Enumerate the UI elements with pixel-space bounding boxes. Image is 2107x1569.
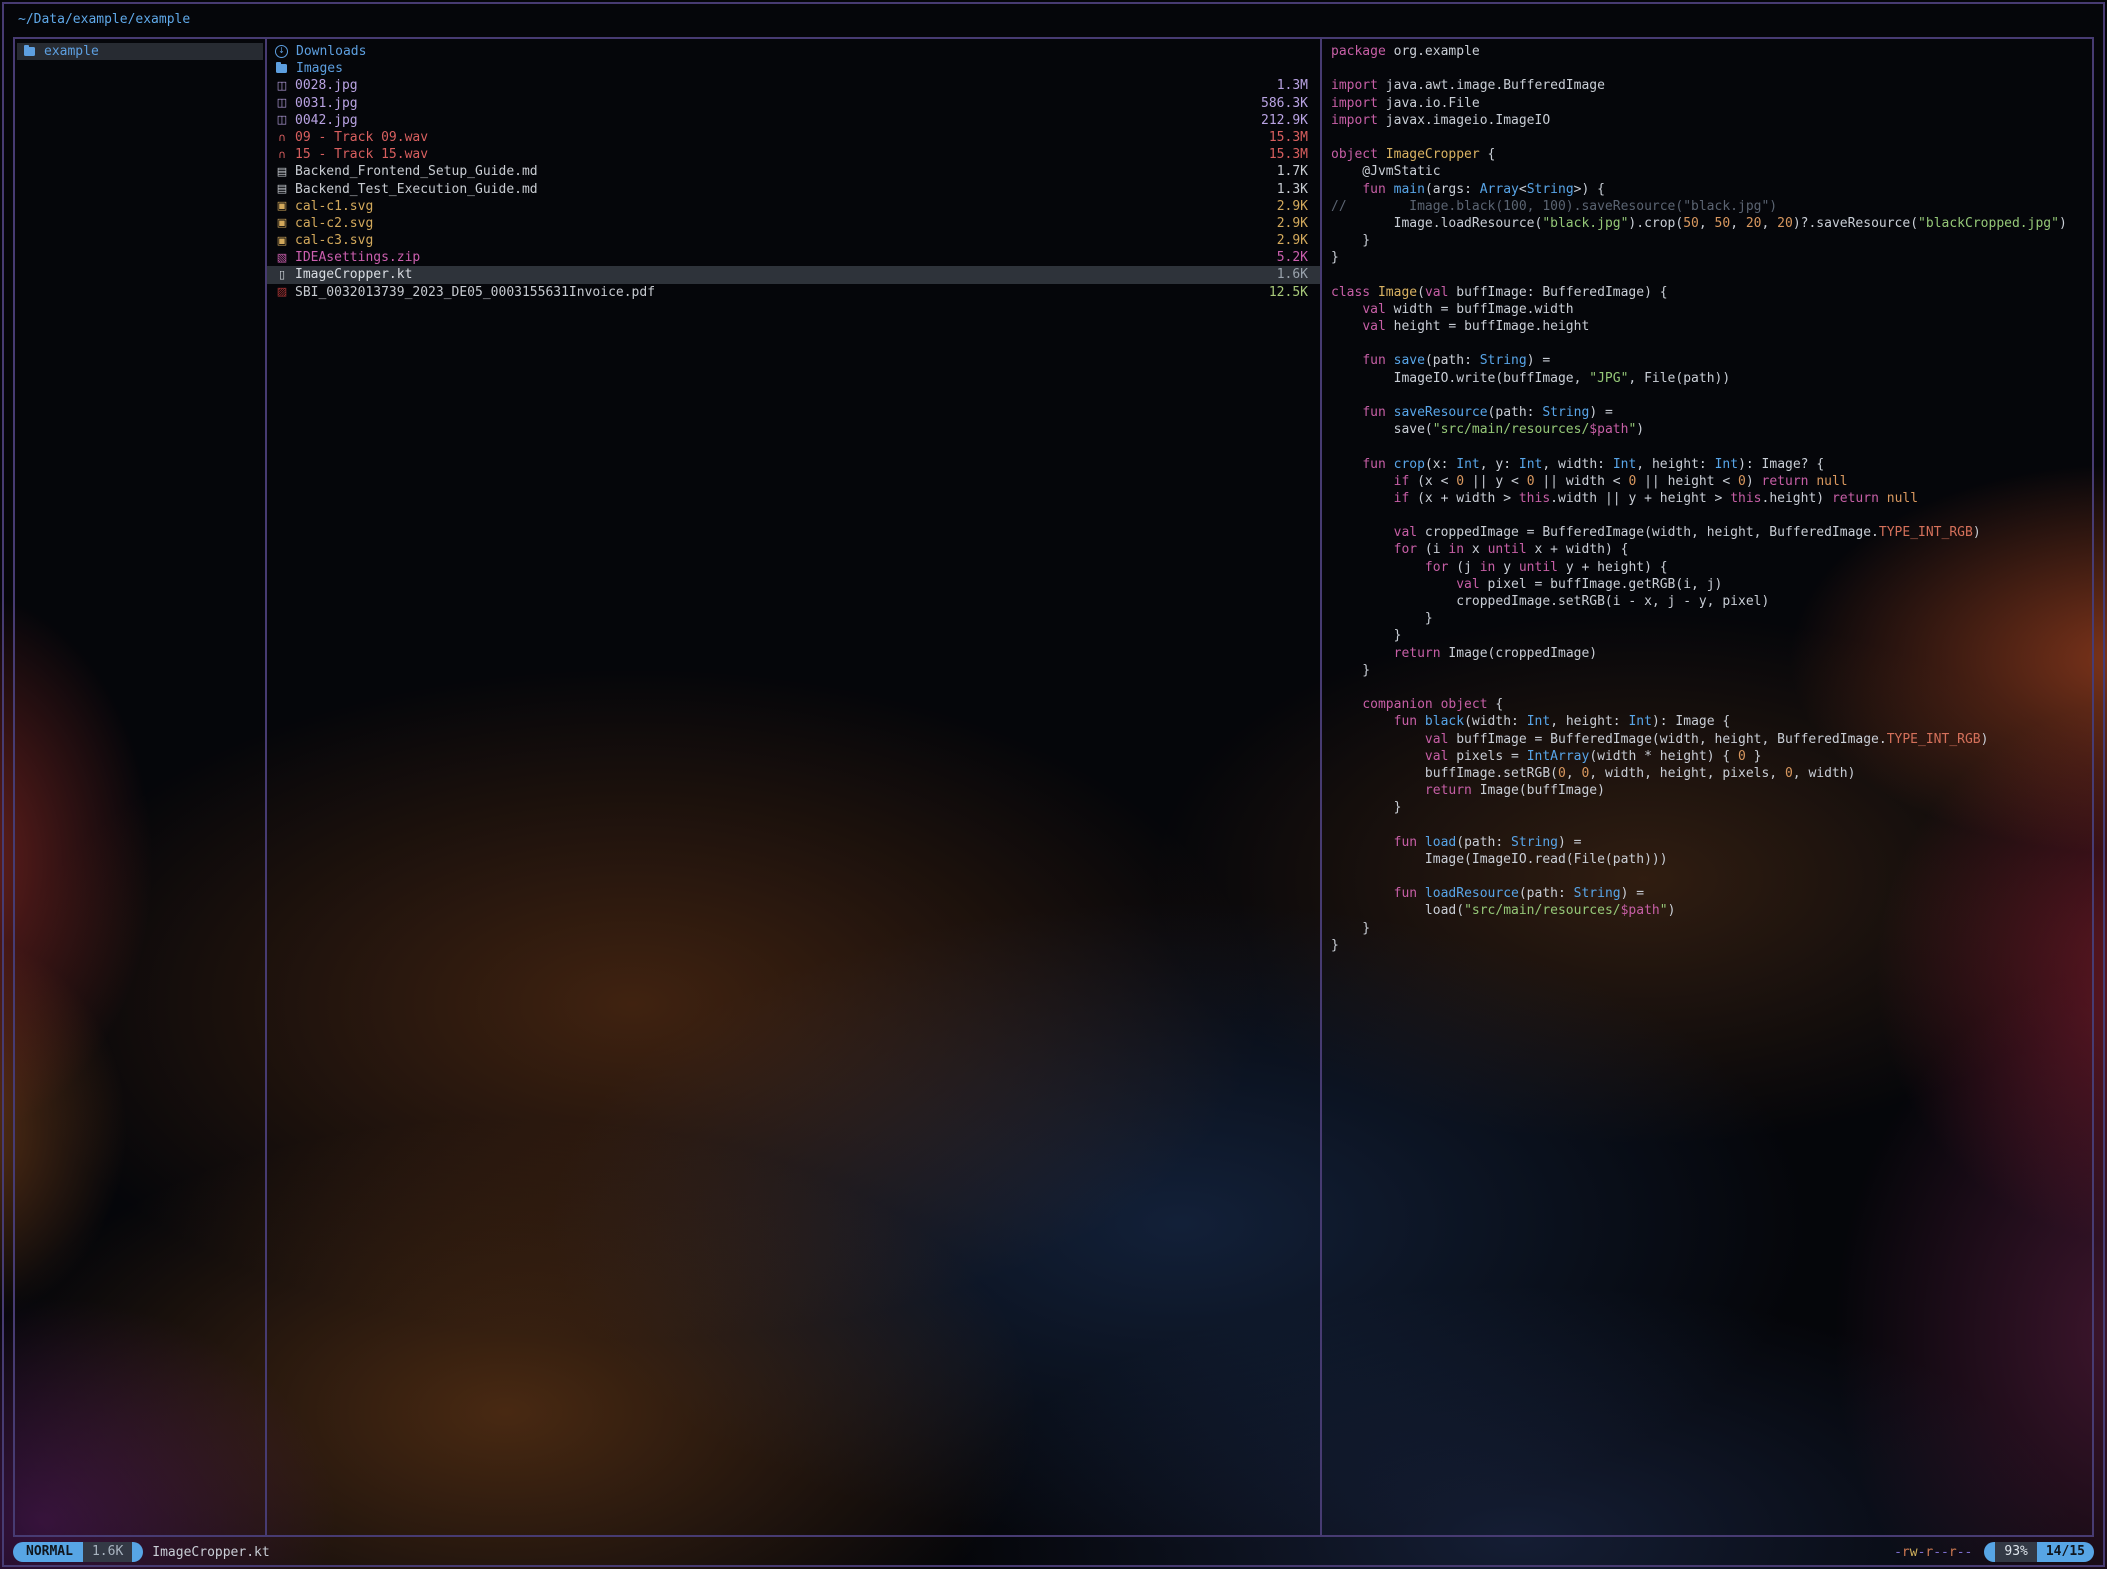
folder-icon [24, 47, 35, 56]
file-name: cal-c3.svg [295, 232, 1269, 249]
file-row[interactable]: ▧ IDEAsettings.zip 5.2K [267, 249, 1320, 266]
image-file-icon: ◫ [275, 97, 289, 109]
download-folder-icon: ↓ [275, 45, 288, 58]
zip-file-icon: ▧ [275, 252, 289, 264]
svg-file-icon: ▣ [275, 217, 289, 229]
preview-pane: package org.example import java.awt.imag… [1322, 39, 2092, 1535]
file-size: 1.3K [1277, 181, 1308, 198]
audio-file-icon: ∩ [275, 132, 289, 144]
file-row-downloads[interactable]: ↓ Downloads [267, 43, 1320, 60]
file-name: 0028.jpg [295, 77, 1269, 94]
file-size: 5.2K [1277, 249, 1308, 266]
file-size: 15.3M [1269, 129, 1308, 146]
svg-file-icon: ▣ [275, 235, 289, 247]
code-preview: package org.example import java.awt.imag… [1331, 43, 2086, 954]
powerline-cap-icon [1984, 1542, 1995, 1562]
file-name: cal-c1.svg [295, 198, 1269, 215]
pdf-file-icon: ▨ [275, 286, 289, 298]
file-name: 15 - Track 15.wav [295, 146, 1261, 163]
title-bar: ~/Data/example/example [2, 2, 2105, 37]
file-size: 2.9K [1277, 215, 1308, 232]
file-size: 1.7K [1277, 163, 1308, 180]
file-row[interactable]: ▣ cal-c2.svg 2.9K [267, 215, 1320, 232]
mode-badge: NORMAL [13, 1542, 83, 1562]
kotlin-file-icon: ▯ [275, 269, 289, 281]
file-name: 09 - Track 09.wav [295, 129, 1261, 146]
file-row[interactable]: ▨ SBI_0032013739_2023_DE05_0003155631Inv… [267, 284, 1320, 301]
file-row[interactable]: ◫ 0031.jpg 586.3K [267, 95, 1320, 112]
status-file-name: ImageCropper.kt [152, 1545, 269, 1560]
parent-dir-row[interactable]: example [17, 43, 263, 60]
dir-name: example [44, 43, 257, 60]
powerline-cap-icon [132, 1542, 143, 1562]
file-size: 15.3M [1269, 146, 1308, 163]
file-name: Backend_Frontend_Setup_Guide.md [295, 163, 1269, 180]
file-row[interactable]: ◫ 0028.jpg 1.3M [267, 77, 1320, 94]
file-name: ImageCropper.kt [295, 266, 1269, 283]
file-name: cal-c2.svg [295, 215, 1269, 232]
file-row[interactable]: ▣ cal-c1.svg 2.9K [267, 198, 1320, 215]
file-size: 1.3M [1277, 77, 1308, 94]
file-row[interactable]: ◫ 0042.jpg 212.9K [267, 112, 1320, 129]
status-bar-left: NORMAL1.6K ImageCropper.kt [13, 1542, 1894, 1562]
folder-icon [276, 64, 287, 73]
file-row-selected[interactable]: ▯ ImageCropper.kt 1.6K [267, 266, 1320, 283]
file-row-images[interactable]: Images [267, 60, 1320, 77]
file-size: 1.6K [1277, 266, 1308, 283]
file-size: 586.3K [1261, 95, 1308, 112]
file-name: Backend_Test_Execution_Guide.md [295, 181, 1269, 198]
permissions-text: -rw-r--r-- [1894, 1545, 1972, 1560]
audio-file-icon: ∩ [275, 149, 289, 161]
file-row[interactable]: ∩ 09 - Track 09.wav 15.3M [267, 129, 1320, 146]
cursor-position: 14/15 [2037, 1542, 2094, 1562]
scroll-percent: 93% [1995, 1542, 2036, 1562]
file-name: Downloads [296, 43, 1300, 60]
file-row[interactable]: ∩ 15 - Track 15.wav 15.3M [267, 146, 1320, 163]
file-size: 2.9K [1277, 198, 1308, 215]
file-size: 12.5K [1269, 284, 1308, 301]
svg-file-icon: ▣ [275, 200, 289, 212]
file-name: 0031.jpg [295, 95, 1253, 112]
file-size-badge: 1.6K [83, 1542, 132, 1562]
file-list-pane: ↓ Downloads Images ◫ 0028.jpg 1.3M ◫ 003… [267, 39, 1322, 1535]
file-row[interactable]: ▤ Backend_Frontend_Setup_Guide.md 1.7K [267, 163, 1320, 180]
file-row[interactable]: ▤ Backend_Test_Execution_Guide.md 1.3K [267, 181, 1320, 198]
file-size: 2.9K [1277, 232, 1308, 249]
status-bar-right: -rw-r--r-- 93%14/15 [1894, 1542, 2094, 1562]
image-file-icon: ◫ [275, 80, 289, 92]
panes-container: example ↓ Downloads Images ◫ 0028.jpg 1.… [13, 37, 2094, 1537]
file-size: 212.9K [1261, 112, 1308, 129]
file-row[interactable]: ▣ cal-c3.svg 2.9K [267, 232, 1320, 249]
breadcrumb-path: ~/Data/example/example [18, 12, 190, 27]
markdown-file-icon: ▤ [275, 183, 289, 195]
parent-pane: example [15, 39, 267, 1535]
markdown-file-icon: ▤ [275, 166, 289, 178]
status-bar: NORMAL1.6K ImageCropper.kt -rw-r--r-- 93… [13, 1542, 2094, 1562]
file-name: SBI_0032013739_2023_DE05_0003155631Invoi… [295, 284, 1261, 301]
file-name: IDEAsettings.zip [295, 249, 1269, 266]
terminal-screen: ~/Data/example/example example ↓ Downloa… [0, 0, 2107, 1569]
file-name: Images [296, 60, 1300, 77]
image-file-icon: ◫ [275, 114, 289, 126]
file-name: 0042.jpg [295, 112, 1253, 129]
